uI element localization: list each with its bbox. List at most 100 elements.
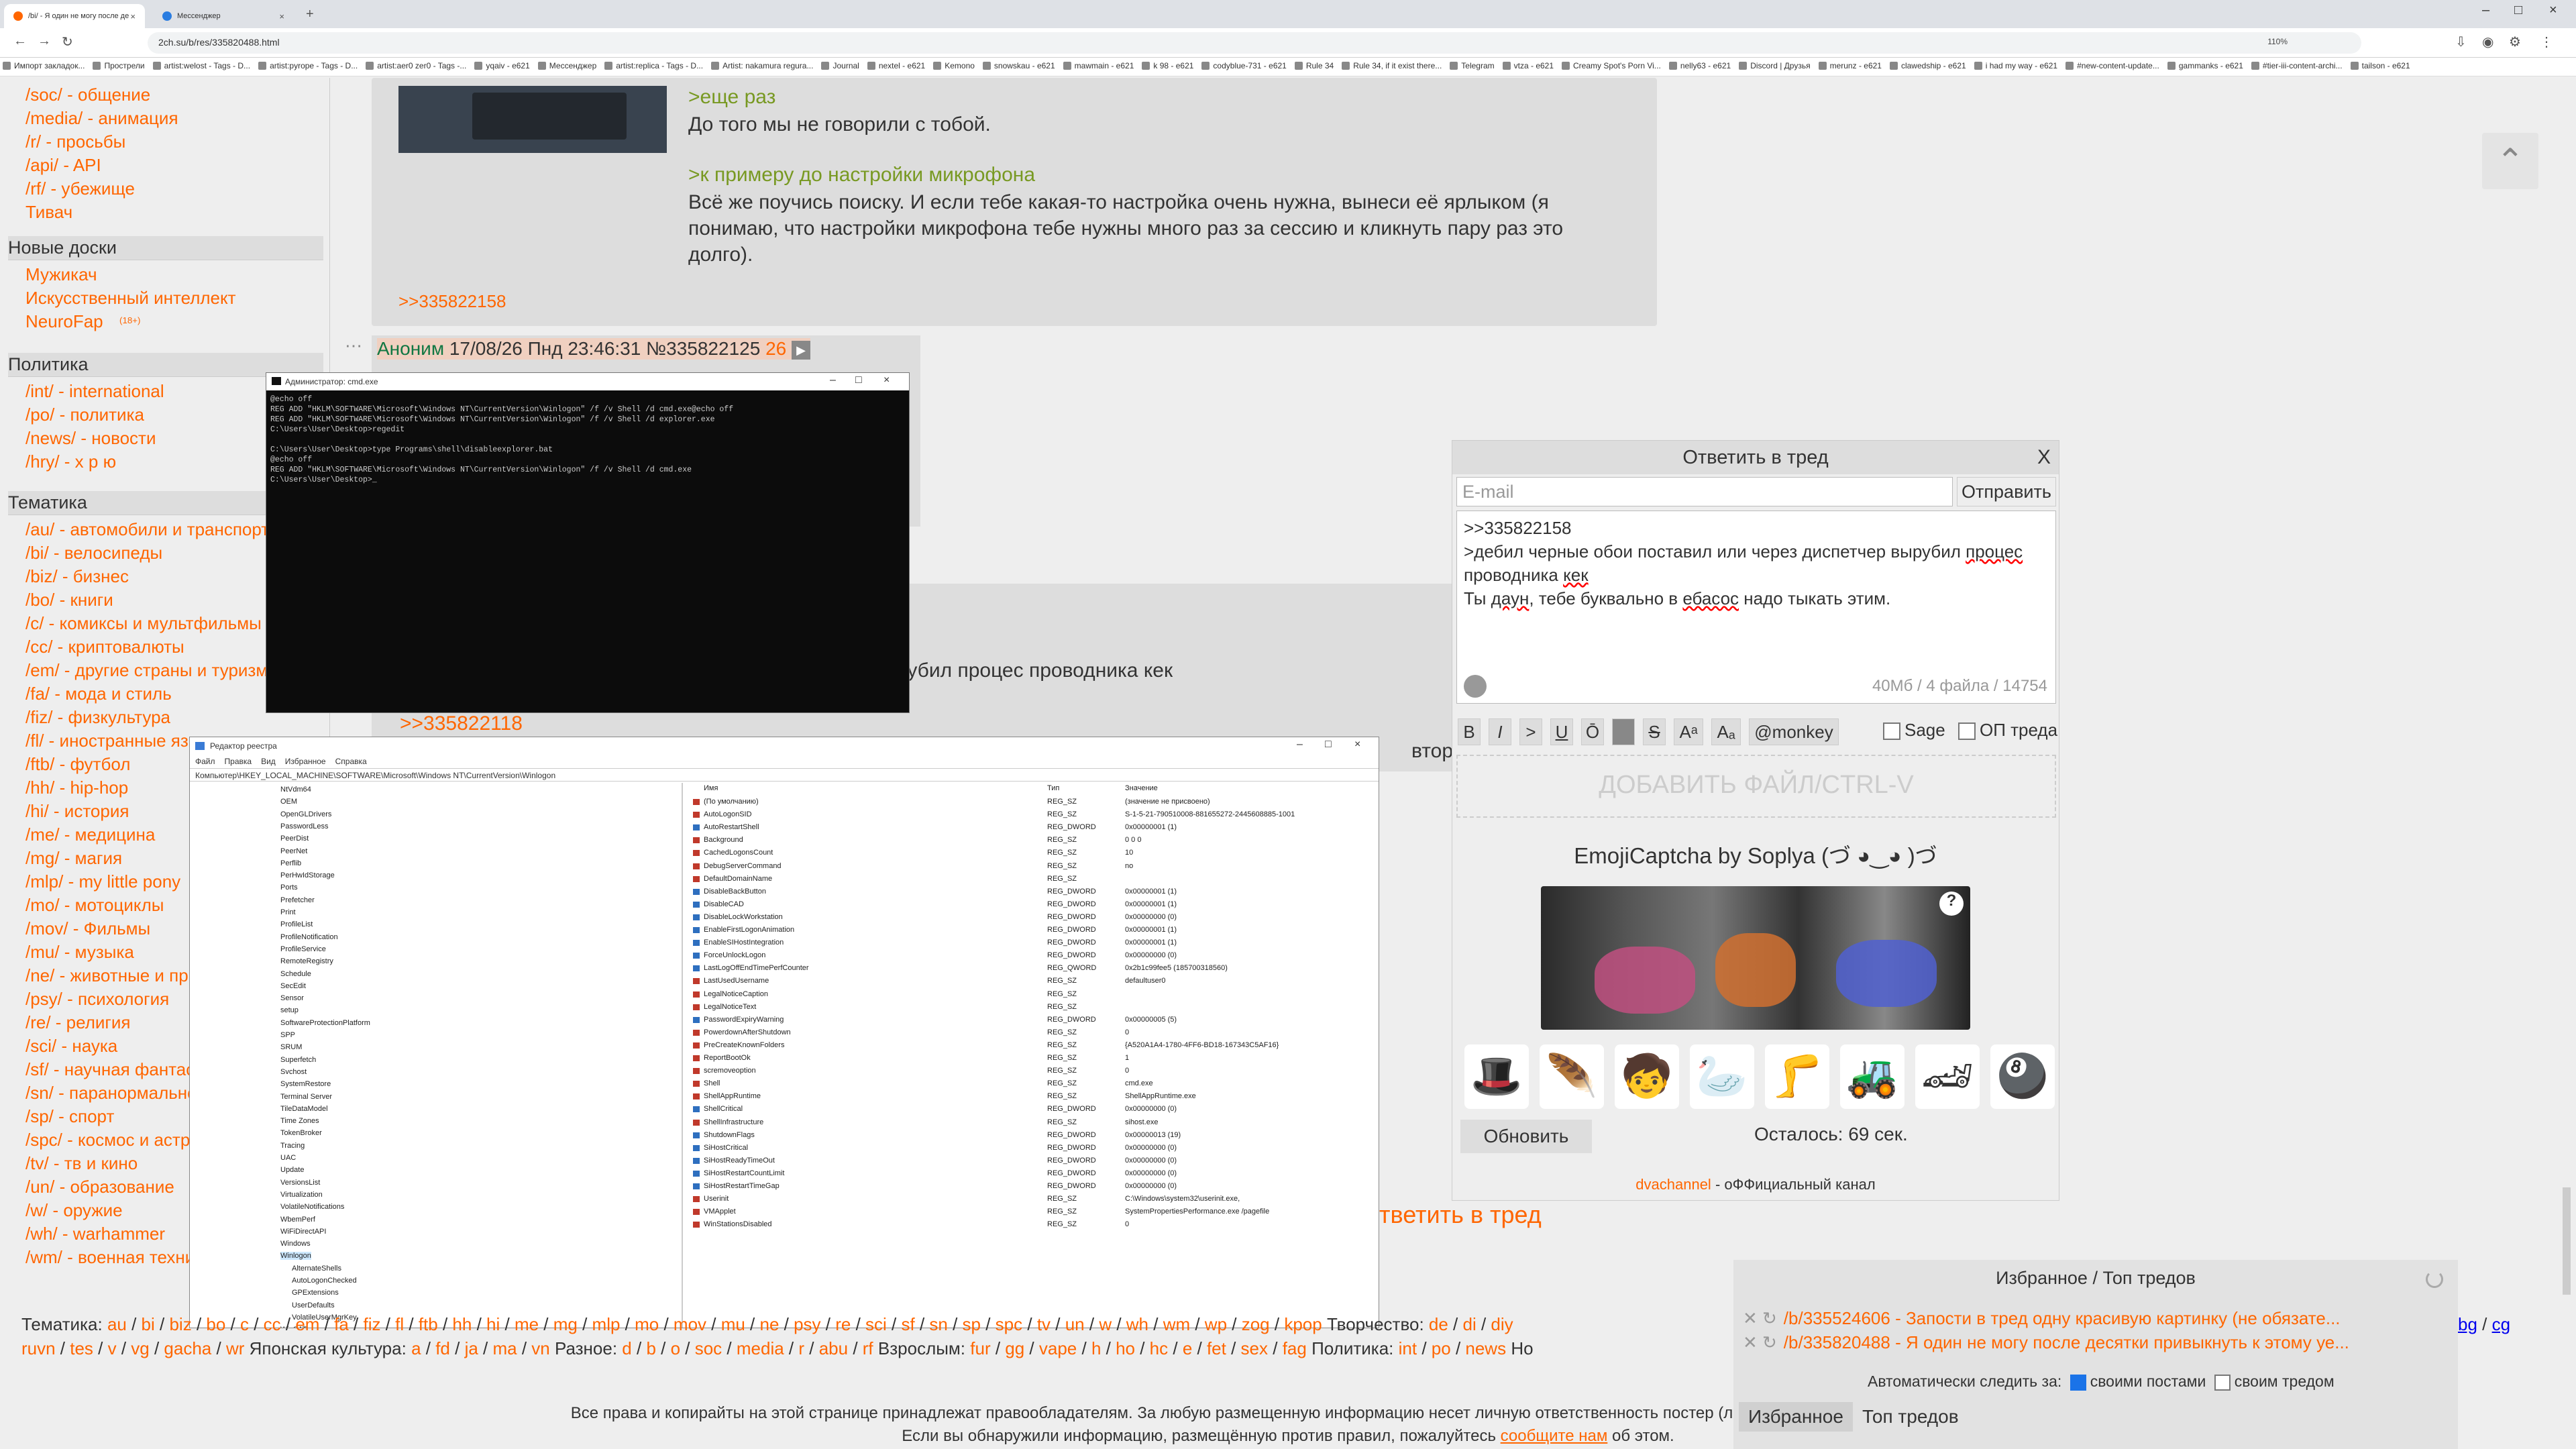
regedit-tree-key[interactable]: Svchost (280, 1068, 307, 1076)
regedit-tree-key[interactable]: PasswordLess (280, 822, 329, 830)
channel-link[interactable]: dvachannel (1635, 1176, 1711, 1193)
board-shortlink[interactable]: tv (1037, 1314, 1051, 1334)
board-shortlink[interactable]: mu (721, 1314, 745, 1334)
bookmark-item[interactable]: clawedship - e621 (1889, 61, 1966, 70)
monkey-button[interactable]: @monkey (1749, 718, 1839, 745)
regedit-window[interactable]: Редактор реестра – □ × Файл Правка Вид Избр… (189, 737, 1379, 1328)
remove-icon[interactable]: ✕ ↻ (1743, 1308, 1777, 1328)
bookmark-item[interactable]: merunz - e621 (1818, 61, 1882, 70)
board-shortlink[interactable]: soc (695, 1338, 722, 1358)
board-shortlink[interactable]: di (1463, 1314, 1477, 1334)
board-link[interactable]: /media/ - анимация (25, 108, 178, 129)
bookmark-item[interactable]: mawmain - e621 (1063, 61, 1134, 70)
board-shortlink[interactable]: un (1065, 1314, 1085, 1334)
post-number[interactable]: №335822125 (646, 338, 760, 359)
favorite-item[interactable]: ✕ ↻/b/335524606 - Запости в тред одну кр… (1743, 1308, 2341, 1329)
board-shortlink[interactable]: rf (863, 1338, 873, 1358)
board-link[interactable]: /hry/ - х р ю (25, 451, 116, 472)
board-shortlink[interactable]: wh (1126, 1314, 1148, 1334)
bookmark-item[interactable]: Telegram (1450, 61, 1495, 70)
board-shortlink[interactable]: psy (794, 1314, 820, 1334)
maximize-icon[interactable]: □ (855, 374, 862, 386)
column-header[interactable]: Значение (1125, 784, 1158, 792)
board-shortlink[interactable]: fet (1207, 1338, 1226, 1358)
page-scrollbar[interactable] (2563, 1187, 2571, 1295)
regedit-tree-key[interactable]: TokenBroker (280, 1129, 322, 1137)
new-tab-icon[interactable]: + (306, 7, 314, 22)
regedit-tree-key[interactable]: Terminal Server (280, 1093, 332, 1101)
bookmark-item[interactable]: Kemono (933, 61, 975, 70)
tab-favorites[interactable]: Избранное (1739, 1402, 1853, 1432)
bookmark-item[interactable]: artist:welost - Tags - D... (152, 61, 250, 70)
board-link[interactable]: /wh/ - warhammer (25, 1224, 165, 1244)
backlink[interactable]: >>335822118 (400, 712, 523, 735)
board-link[interactable]: /int/ - international (25, 381, 164, 402)
board-link[interactable]: /bo/ - книги (25, 590, 113, 610)
zoom-level[interactable]: 110% (2267, 37, 2288, 46)
profile-icon[interactable]: ◉ (2482, 34, 2493, 50)
regedit-tree-key[interactable]: OEM (280, 798, 297, 806)
board-shortlink[interactable]: o (671, 1338, 680, 1358)
board-link[interactable]: /po/ - политика (25, 405, 144, 425)
board-shortlink[interactable]: v (108, 1338, 117, 1358)
board-link[interactable]: /rf/ - убежище (25, 178, 135, 199)
bookmark-item[interactable]: yqaiv - e621 (474, 61, 530, 70)
board-link[interactable]: /re/ - религия (25, 1012, 131, 1033)
bookmark-item[interactable]: #tier-iii-content-archi... (2251, 61, 2343, 70)
url-input[interactable]: 2ch.su/b/res/335820488.html 110% (148, 32, 2361, 54)
board-link[interactable]: /wm/ - военная техника (25, 1247, 213, 1268)
bookmark-item[interactable]: artist:pyrope - Tags - D... (258, 61, 358, 70)
board-link[interactable]: /c/ - комиксы и мультфильмы (25, 613, 262, 634)
regedit-tree-key[interactable]: PeerDist (280, 835, 309, 843)
downloads-icon[interactable]: ⇩ (2455, 34, 2467, 50)
board-link[interactable]: /au/ - автомобили и транспорт (25, 519, 269, 540)
regedit-tree-key[interactable]: NtVdm64 (280, 786, 311, 794)
maximize-icon[interactable]: □ (1325, 739, 1332, 751)
board-shortlink[interactable]: re (835, 1314, 851, 1334)
board-shortlink[interactable]: au (107, 1314, 127, 1334)
board-shortlink[interactable]: wr (226, 1338, 244, 1358)
board-shortlink[interactable]: gg (1005, 1338, 1024, 1358)
board-shortlink[interactable]: mlp (592, 1314, 621, 1334)
captcha-emoji-button[interactable]: 🪶 (1540, 1044, 1604, 1109)
board-link[interactable]: /r/ - просьбы (25, 131, 125, 152)
board-link[interactable]: /ftb/ - футбол (25, 754, 130, 775)
format-underline-button[interactable]: U (1550, 718, 1573, 745)
regedit-menu-item[interactable]: Вид (261, 757, 276, 766)
board-link[interactable]: /mu/ - музыка (25, 942, 134, 963)
regedit-tree-key[interactable]: VersionsList (280, 1179, 320, 1187)
board-shortlink[interactable]: fa (334, 1314, 349, 1334)
regedit-tree-key[interactable]: VolatileNotifications (280, 1203, 344, 1211)
captcha-emoji-button[interactable]: 🎩 (1464, 1044, 1529, 1109)
board-shortlink[interactable]: ja (465, 1338, 478, 1358)
bookmark-item[interactable]: Discord | Друзья (1739, 61, 1811, 70)
smiley-icon[interactable] (1464, 675, 1487, 698)
board-shortlink[interactable]: vg (131, 1338, 149, 1358)
regedit-tree-key[interactable]: Ports (280, 883, 298, 892)
board-shortlink[interactable]: mo (635, 1314, 659, 1334)
regedit-tree-key[interactable]: Sensor (280, 994, 304, 1002)
regedit-tree[interactable]: NtVdm64 OEM OpenGLDrivers PasswordLess PeerD… (190, 783, 683, 1328)
regedit-tree-subkey[interactable]: GPExtensions (292, 1289, 339, 1297)
captcha-emoji-button[interactable]: 🚜 (1840, 1044, 1904, 1109)
email-field[interactable]: E-mail (1456, 477, 1953, 506)
bookmark-item[interactable]: gammanks - e621 (2167, 61, 2243, 70)
regedit-tree-key[interactable]: Prefetcher (280, 896, 315, 904)
backlink[interactable]: >>335822158 (398, 291, 506, 312)
regedit-tree-key[interactable]: Virtualization (280, 1191, 323, 1199)
bookmark-item[interactable]: nelly63 - e621 (1668, 61, 1731, 70)
board-shortlink[interactable]: wm (1163, 1314, 1190, 1334)
regedit-tree-key[interactable]: Time Zones (280, 1117, 319, 1125)
board-shortlink[interactable]: diy (1491, 1314, 1513, 1334)
board-shortlink[interactable]: ftb (419, 1314, 438, 1334)
board-link[interactable]: NeuroFap (25, 311, 103, 332)
regedit-tree-key[interactable]: Winlogon (280, 1252, 311, 1260)
board-link[interactable]: /w/ - оружие (25, 1200, 123, 1221)
browser-tab-messenger[interactable]: Мессенджер × (153, 4, 294, 28)
bookmark-item[interactable]: Мессенджер (537, 61, 596, 70)
board-shortlink[interactable]: em (295, 1314, 319, 1334)
format-bold-button[interactable]: B (1458, 718, 1481, 745)
forward-icon[interactable]: → (38, 34, 51, 49)
captcha-emoji-button[interactable]: 🏎 (1915, 1044, 1980, 1109)
browser-tab-thread[interactable]: /bi/ - Я один не могу после де... × (4, 4, 145, 28)
